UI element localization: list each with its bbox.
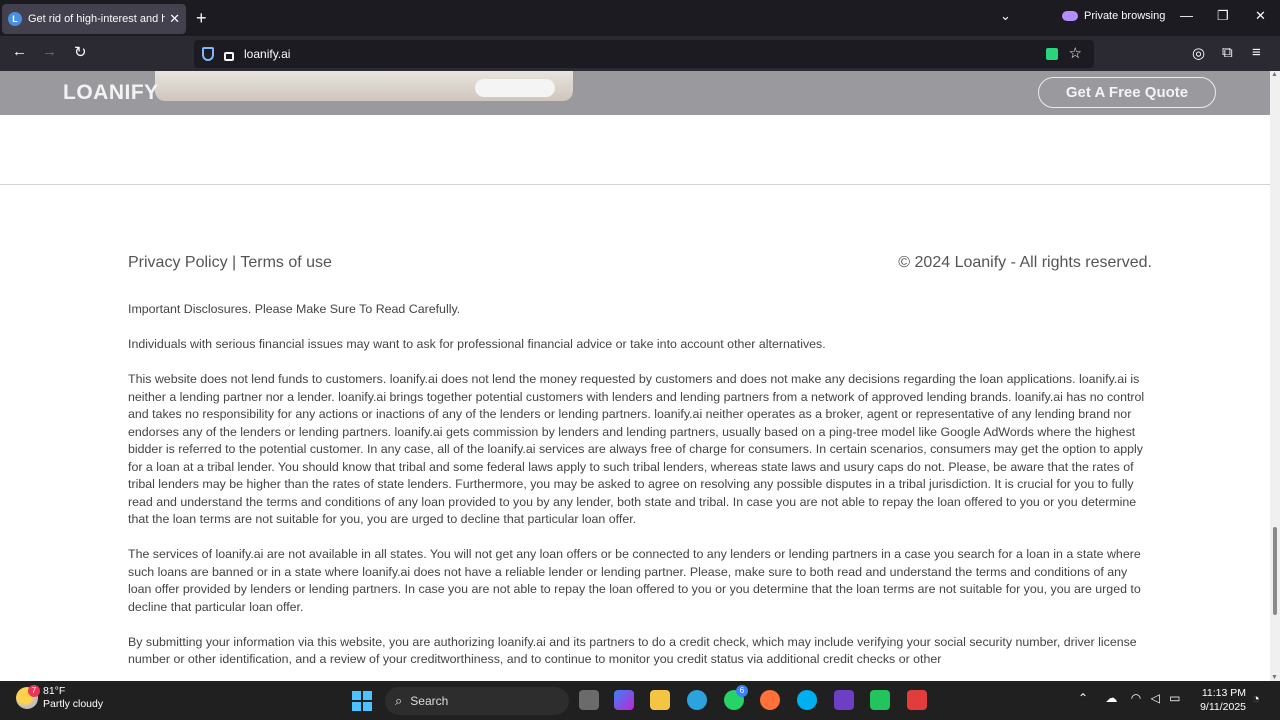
page-scrollbar[interactable]: ▲ ▼ [1270,71,1280,681]
disclosure-paragraph: By submitting your information via this … [128,634,1137,667]
terms-of-use-link[interactable]: Terms of use [240,254,332,271]
extensions-puzzle-icon[interactable]: ⧉ [1222,44,1233,61]
forward-arrow-icon[interactable]: → [42,43,57,60]
bookmark-star-icon[interactable]: ☆ [1069,44,1082,62]
site-favicon-icon: L [8,12,22,26]
disclosure-paragraph: This website does not lend funds to cust… [128,372,1145,526]
account-icon[interactable]: ◎ [1192,44,1205,62]
camtasia-green-icon[interactable] [870,690,890,710]
back-arrow-icon[interactable]: ← [12,43,27,60]
disclosure-paragraph: The services of loanify.ai are not avail… [128,547,1141,614]
notification-bell-icon[interactable]: ◔ [1252,691,1260,706]
weather-widget[interactable]: 7 81°F Partly cloudy [16,685,103,711]
web-page: LOANIFY Get A Free Quote Privacy Policy … [0,71,1270,681]
task-view-icon[interactable] [579,690,599,710]
search-label: Search [410,694,449,708]
scrollbar-thumb[interactable] [1273,527,1277,615]
taskbar-search-box[interactable]: ⌕ Search [385,687,569,715]
hero-image [155,71,573,101]
extension-icon[interactable] [1046,48,1058,60]
weather-temperature: 81°F [43,685,66,697]
tab-title: Get rid of high-interest and high [28,13,166,25]
reload-icon[interactable]: ↻ [74,43,87,61]
private-browsing-label: Private browsing [1084,10,1166,22]
padlock-icon[interactable] [224,51,234,61]
whatsapp-badge: 6 [736,685,748,697]
private-mask-icon [1062,11,1078,21]
camtasia-red-icon[interactable] [907,690,927,710]
clock-date: 9/11/2025 [1200,701,1246,713]
restore-window-icon[interactable]: ❐ [1217,8,1229,24]
start-button-windows-icon[interactable] [352,691,372,711]
mouse-cursor-icon [1262,582,1270,610]
footer-links: Privacy Policy | Terms of use [128,254,332,272]
search-icon: ⌕ [395,693,403,708]
battery-icon[interactable]: ▭ [1169,691,1180,705]
footer-divider [0,184,1270,185]
disclosure-paragraph: Individuals with serious financial issue… [128,337,826,351]
disclosure-heading: Important Disclosures. Please Make Sure … [128,302,461,316]
firefox-icon[interactable] [760,690,780,710]
clock-time: 11:13 PM [1201,687,1246,699]
scroll-down-arrow-icon[interactable]: ▼ [1271,674,1278,681]
tracking-protection-shield-icon[interactable] [202,47,214,61]
site-logo[interactable]: LOANIFY [63,81,159,105]
url-text[interactable]: loanify.ai [244,47,290,61]
link-separator: | [232,254,237,271]
list-all-tabs-icon[interactable]: ⌄ [1000,8,1011,24]
navigation-toolbar: ← → ↻ loanify.ai ☆ ◎ ⧉ ≡ [0,36,1280,71]
windows-taskbar: 7 81°F Partly cloudy ⌕ Search 6 ⌃ ☁ ◠ ◁ … [0,681,1280,720]
copyright-text: © 2024 Loanify - All rights reserved. [898,254,1152,271]
browser-tab-strip: L Get rid of high-interest and high ✕ + … [0,0,1280,36]
disclosures-section: Important Disclosures. Please Make Sure … [128,301,1153,681]
privacy-policy-link[interactable]: Privacy Policy [128,254,228,271]
copilot-icon[interactable] [614,690,634,710]
active-tab[interactable]: L Get rid of high-interest and high ✕ [2,4,186,34]
get-free-quote-button[interactable]: Get A Free Quote [1038,77,1216,108]
close-window-icon[interactable]: ✕ [1255,8,1266,24]
skype-icon[interactable] [797,690,817,710]
weather-badge: 7 [28,685,40,697]
show-hidden-icons-chevron-icon[interactable]: ⌃ [1078,691,1088,705]
close-tab-icon[interactable]: ✕ [169,11,180,27]
wifi-icon[interactable]: ◠ [1131,691,1141,705]
system-tray: ⌃ ☁ ◠ ◁ ▭ [1078,691,1181,705]
firefox-private-icon[interactable] [834,690,854,710]
minimize-window-icon[interactable]: — [1180,8,1193,23]
sneaker-image [475,79,555,97]
private-browsing-indicator: Private browsing [1062,10,1165,22]
whatsapp-icon[interactable]: 6 [724,685,748,710]
system-clock[interactable]: 11:13 PM 9/11/2025 [1196,686,1246,714]
file-explorer-icon[interactable] [650,690,670,710]
address-bar[interactable]: loanify.ai ☆ [194,40,1094,68]
new-tab-icon[interactable]: + [196,8,207,28]
telegram-icon[interactable] [687,690,707,710]
weather-description: Partly cloudy [43,698,104,710]
hamburger-menu-icon[interactable]: ≡ [1252,44,1261,61]
site-sticky-header: LOANIFY Get A Free Quote [0,71,1270,115]
onedrive-icon[interactable]: ☁ [1105,691,1117,705]
scroll-up-arrow-icon[interactable]: ▲ [1271,71,1278,78]
partly-cloudy-icon: 7 [16,685,40,709]
volume-icon[interactable]: ◁ [1151,691,1160,705]
